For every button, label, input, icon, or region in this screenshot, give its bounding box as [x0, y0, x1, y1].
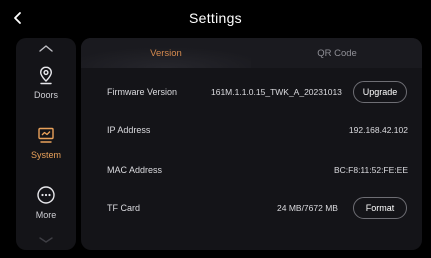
- sidebar-scroll-down-button[interactable]: [16, 232, 76, 248]
- page-title: Settings: [189, 10, 242, 26]
- chevron-down-icon: [39, 237, 53, 243]
- settings-panel: Version QR Code Firmware Version 161M.1.…: [81, 38, 422, 250]
- sidebar-item-label: More: [35, 210, 57, 220]
- ip-address-value: 192.168.42.102: [348, 125, 408, 135]
- top-bar: Settings: [0, 0, 431, 36]
- sidebar-item-more[interactable]: More: [16, 184, 76, 230]
- more-horizontal-icon: [37, 186, 55, 204]
- location-pin-icon: [39, 66, 53, 85]
- mac-address-label: MAC Address: [107, 165, 163, 175]
- ip-address-label: IP Address: [107, 125, 151, 135]
- tf-card-row: TF Card 24 MB/7672 MB Format: [81, 190, 422, 226]
- sidebar: Doors System More: [16, 38, 76, 250]
- sidebar-scroll-up-button[interactable]: [16, 40, 76, 56]
- tf-card-label: TF Card: [107, 203, 141, 213]
- mac-address-row: MAC Address BC:F8:11:52:FE:EE: [81, 152, 422, 188]
- tab-bar: Version QR Code: [81, 38, 422, 68]
- sidebar-item-doors[interactable]: Doors: [16, 64, 76, 110]
- sidebar-item-label: Doors: [33, 90, 58, 100]
- firmware-version-label: Firmware Version: [107, 87, 178, 97]
- tab-qr-code[interactable]: QR Code: [252, 38, 422, 68]
- sidebar-item-system[interactable]: System: [16, 124, 76, 170]
- tf-card-value: 24 MB/7672 MB: [277, 203, 338, 213]
- chevron-up-icon: [39, 45, 53, 52]
- sidebar-item-label: System: [30, 150, 61, 160]
- firmware-version-value: 161M.1.1.0.15_TWK_A_20231013: [211, 87, 342, 97]
- firmware-version-row: Firmware Version 161M.1.1.0.15_TWK_A_202…: [81, 74, 422, 110]
- mac-address-value: BC:F8:11:52:FE:EE: [333, 165, 408, 175]
- format-button[interactable]: Format: [353, 197, 407, 219]
- upgrade-button[interactable]: Upgrade: [353, 81, 407, 103]
- monitor-icon: [38, 127, 54, 143]
- ip-address-row: IP Address 192.168.42.102: [81, 112, 422, 148]
- tab-version[interactable]: Version: [81, 38, 251, 68]
